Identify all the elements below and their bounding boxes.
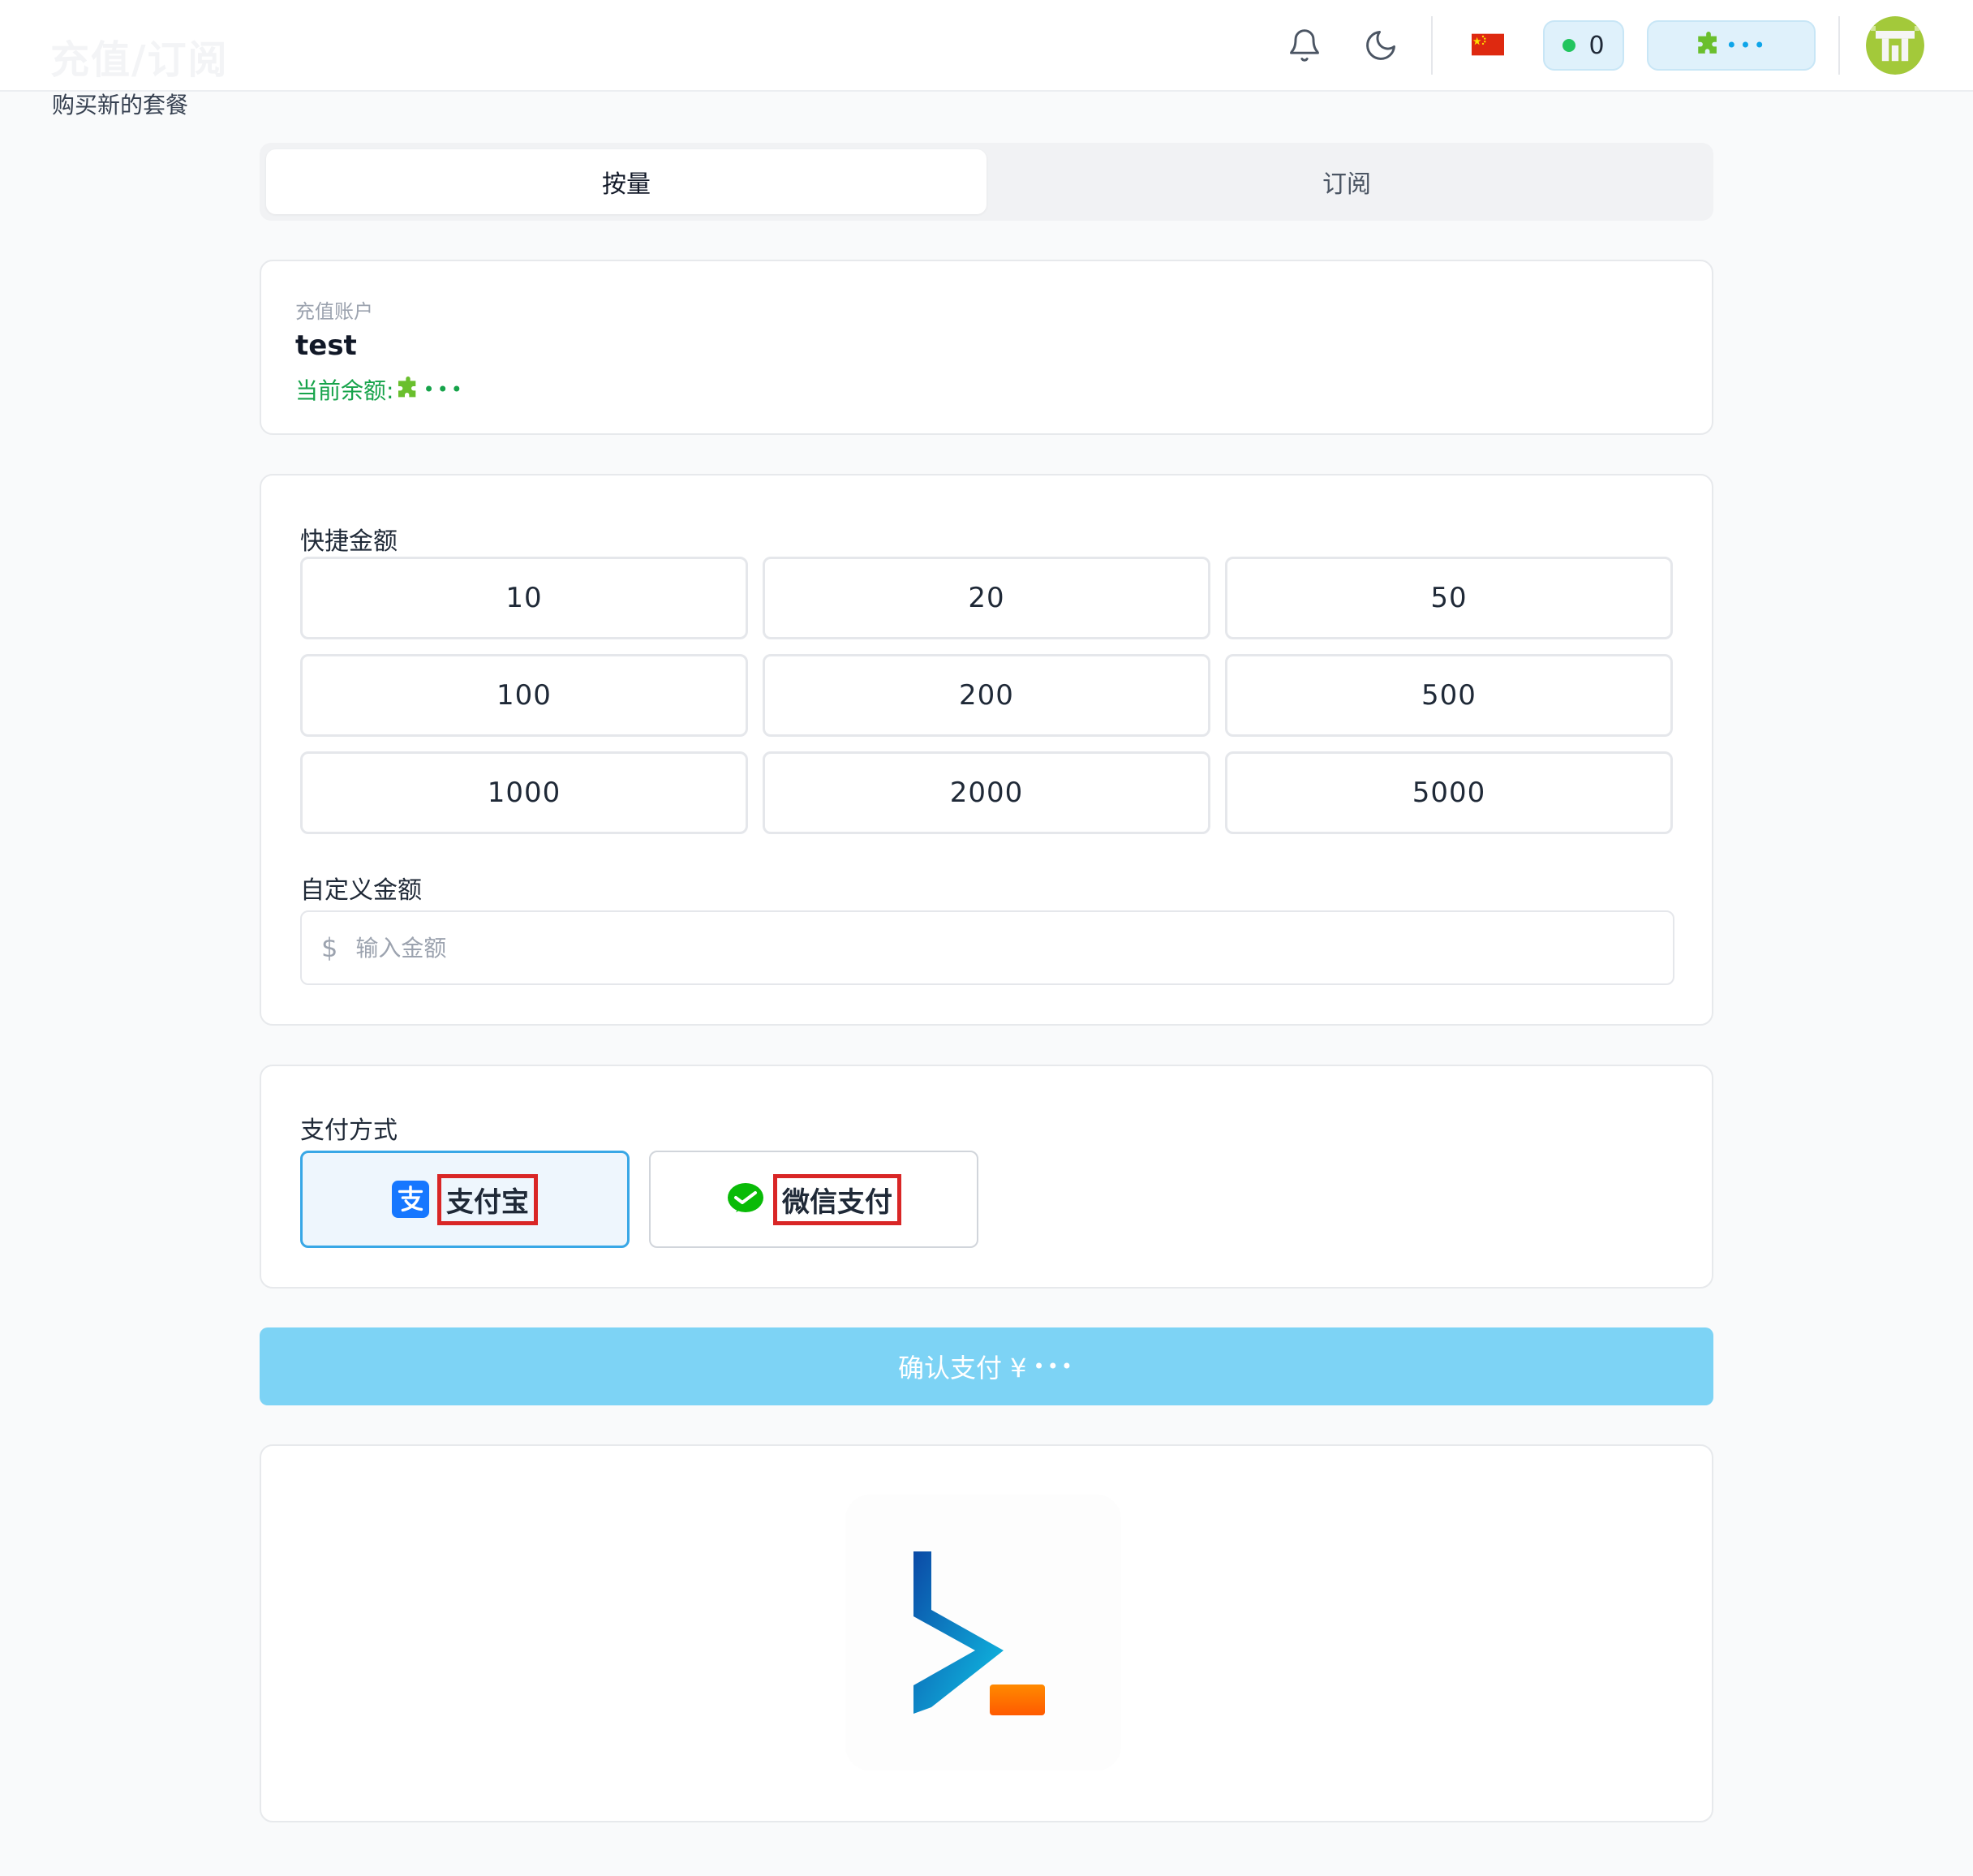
page-subtitle: 购买新的套餐 bbox=[52, 92, 189, 118]
status-count: 0 bbox=[1588, 31, 1605, 60]
wechat-pay-icon bbox=[728, 1183, 763, 1212]
tab-pay-as-you-go[interactable]: 按量 bbox=[266, 149, 986, 214]
amount-option[interactable]: 1000 bbox=[300, 751, 748, 834]
alipay-icon bbox=[392, 1181, 429, 1218]
payment-method-label: 支付方式 bbox=[300, 1117, 398, 1145]
dollar-icon: $ bbox=[321, 932, 338, 963]
top-bar: 充值/订阅 0 ••• bbox=[0, 0, 1973, 92]
status-pill[interactable]: 0 bbox=[1543, 20, 1624, 71]
balance-label: 当前余额: bbox=[295, 377, 394, 404]
tab-subscription[interactable]: 订阅 bbox=[986, 149, 1707, 214]
amount-option[interactable]: 200 bbox=[763, 654, 1210, 737]
custom-amount-input[interactable] bbox=[355, 934, 1573, 962]
brand-logo-icon bbox=[845, 1495, 1121, 1771]
alipay-button[interactable]: 支付宝 bbox=[300, 1151, 630, 1248]
current-balance: 当前余额: ••• bbox=[295, 373, 465, 406]
amount-option[interactable]: 5000 bbox=[1225, 751, 1673, 834]
amount-option[interactable]: 2000 bbox=[763, 751, 1210, 834]
page-title: 充值/订阅 bbox=[50, 37, 229, 83]
confirm-amount-mask: ••• bbox=[1033, 1355, 1075, 1378]
amount-option[interactable]: 500 bbox=[1225, 654, 1673, 737]
header-divider bbox=[1838, 16, 1840, 75]
account-name: test bbox=[295, 329, 357, 362]
balance-mask: ••• bbox=[1726, 34, 1768, 57]
wechat-pay-label: 微信支付 bbox=[773, 1173, 901, 1225]
amount-option[interactable]: 10 bbox=[300, 557, 748, 639]
confirm-payment-button[interactable]: 确认支付 ¥ ••• bbox=[260, 1327, 1713, 1405]
amount-option[interactable]: 50 bbox=[1225, 557, 1673, 639]
account-label: 充值账户 bbox=[295, 300, 373, 323]
wechat-pay-button[interactable]: 微信支付 bbox=[649, 1151, 978, 1248]
amount-option[interactable]: 100 bbox=[300, 654, 748, 737]
payment-card: 支付方式 支付宝 微信支付 bbox=[260, 1065, 1713, 1289]
moon-icon[interactable] bbox=[1363, 28, 1399, 63]
header-divider bbox=[1431, 16, 1433, 75]
amount-option[interactable]: 20 bbox=[763, 557, 1210, 639]
billing-tabs: 按量 订阅 bbox=[260, 143, 1713, 221]
puzzle-icon bbox=[1698, 32, 1717, 54]
china-flag-icon[interactable] bbox=[1472, 32, 1504, 57]
avatar[interactable] bbox=[1866, 16, 1924, 75]
custom-amount-label: 自定义金额 bbox=[300, 876, 422, 905]
custom-amount-field[interactable]: $ bbox=[300, 910, 1674, 985]
alipay-label: 支付宝 bbox=[437, 1173, 538, 1225]
brand-card bbox=[260, 1444, 1713, 1822]
balance-mask: ••• bbox=[423, 378, 465, 401]
puzzle-icon bbox=[398, 376, 416, 398]
online-dot-icon bbox=[1562, 39, 1576, 52]
account-card: 充值账户 test 当前余额: ••• bbox=[260, 260, 1713, 435]
amount-card: 快捷金额 10 20 50 100 200 500 1000 2000 5000… bbox=[260, 474, 1713, 1026]
confirm-label: 确认支付 ¥ bbox=[897, 1353, 1027, 1383]
balance-pill[interactable]: ••• bbox=[1647, 20, 1816, 71]
bell-icon[interactable] bbox=[1287, 28, 1322, 63]
quick-amount-label: 快捷金额 bbox=[300, 527, 398, 556]
